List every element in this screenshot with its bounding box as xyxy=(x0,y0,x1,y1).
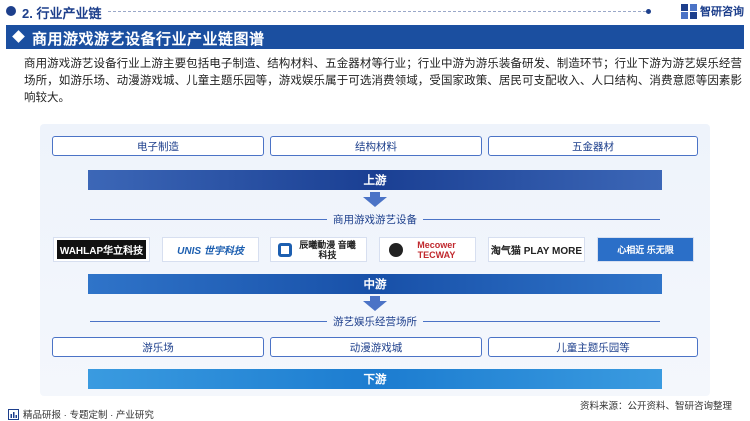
downstream-item-game-city: 动漫游戏城 xyxy=(270,337,482,357)
unis-logo: UNIS 世宇科技 xyxy=(177,246,244,257)
brand-logo-icon xyxy=(681,3,697,19)
company-logo-mecower: Mecower TECWAY xyxy=(379,237,476,262)
playmore-logo: 淘气猫 PLAY MORE xyxy=(490,246,583,257)
downstream-category: 游艺娱乐经营场所 xyxy=(90,314,660,328)
report-icon xyxy=(8,408,19,420)
stage-downstream: 下游 xyxy=(88,369,662,389)
company-logo-wahlap: WAHLAP华立科技 xyxy=(53,237,150,262)
diamond-icon xyxy=(12,30,25,43)
upstream-item-hardware: 五金器材 xyxy=(488,136,698,156)
section-bullet-icon xyxy=(6,6,16,16)
wahlap-logo: WAHLAP华立科技 xyxy=(56,240,147,259)
mecower-logo: Mecower TECWAY xyxy=(417,239,456,260)
chenxi-logo: 辰曦動漫 音曦科技 xyxy=(299,239,356,260)
upstream-item-electronics: 电子制造 xyxy=(52,136,264,156)
banner-title: 商用游戏游艺设备行业产业链图谱 xyxy=(32,31,265,48)
midstream-category-label: 商用游戏游艺设备 xyxy=(333,213,417,226)
title-banner: 商用游戏游艺设备行业产业链图谱 xyxy=(6,25,744,49)
section-divider-dot-icon xyxy=(646,9,651,14)
stage-upstream: 上游 xyxy=(88,170,662,190)
brand-logo: 智研咨询 xyxy=(681,3,744,19)
leisure-logo: 心相近 乐无限 xyxy=(617,245,674,255)
section-title: 2. 行业产业链 xyxy=(22,6,102,21)
brand-logo-text: 智研咨询 xyxy=(700,6,744,18)
stage-midstream: 中游 xyxy=(88,274,662,294)
upstream-item-materials: 结构材料 xyxy=(270,136,482,156)
midstream-category: 商用游戏游艺设备 xyxy=(90,212,660,226)
section-divider xyxy=(108,11,646,12)
mecower-logo-mark-icon xyxy=(388,242,403,257)
section-header: 2. 行业产业链 智研咨询 xyxy=(0,0,750,22)
company-logo-chenxi: 辰曦動漫 音曦科技 xyxy=(270,237,367,262)
downstream-item-kids-park: 儿童主题乐园等 xyxy=(488,337,698,357)
company-logo-playmore: 淘气猫 PLAY MORE xyxy=(488,237,585,262)
footer-tagline-text: 精品研报 · 专题定制 · 产业研究 xyxy=(23,410,154,421)
arrow-down-icon xyxy=(363,197,387,207)
source-note: 资料来源：公开资料、智研咨询整理 xyxy=(579,401,732,412)
company-logo-unis: UNIS 世宇科技 xyxy=(162,237,259,262)
downstream-item-amusement-park: 游乐场 xyxy=(52,337,264,357)
company-logo-leisure: 心相近 乐无限 xyxy=(597,237,694,262)
downstream-category-label: 游艺娱乐经营场所 xyxy=(333,315,417,328)
chenxi-logo-mark-icon xyxy=(277,242,292,257)
description-text: 商用游戏游艺设备行业上游主要包括电子制造、结构材料、五金器材等行业；行业中游为游… xyxy=(24,58,742,104)
footer-tagline: 精品研报 · 专题定制 · 产业研究 xyxy=(8,407,154,421)
arrow-down-icon xyxy=(363,301,387,311)
